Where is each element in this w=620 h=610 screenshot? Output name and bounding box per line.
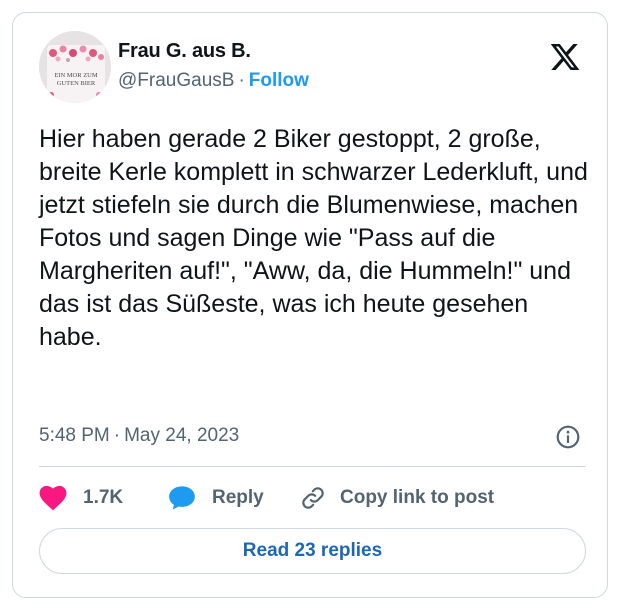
info-icon[interactable] [555,424,581,450]
meta-separator: · [238,70,245,91]
copy-link-button[interactable]: Copy link to post [300,483,494,513]
like-button[interactable]: 1.7K [39,483,123,513]
timestamp-separator: · [113,425,121,446]
author-meta: @FrauGausB · Follow [118,70,309,92]
x-logo-icon[interactable] [548,41,582,73]
author-handle[interactable]: @FrauGausB [118,70,234,91]
follow-button[interactable]: Follow [249,70,309,91]
speech-bubble-icon [168,485,196,511]
tweet-card: EIN MOR ZUM GUTEN BIER Frau G. aus B. @F… [12,12,608,598]
reply-button[interactable]: Reply [168,483,264,513]
read-replies-button[interactable]: Read 23 replies [39,528,586,574]
tweet-timestamp[interactable]: 5:48 PM · May 24, 2023 [39,425,239,447]
avatar[interactable]: EIN MOR ZUM GUTEN BIER [39,31,111,103]
tweet-time[interactable]: 5:48 PM [39,425,110,446]
divider [39,466,586,467]
svg-text:EIN MOR ZUM: EIN MOR ZUM [54,72,98,79]
read-replies-label: Read 23 replies [242,540,383,561]
like-count: 1.7K [83,487,124,508]
heart-icon [39,485,67,511]
tweet-date[interactable]: May 24, 2023 [124,425,239,446]
reply-label: Reply [212,487,264,508]
copy-link-label: Copy link to post [340,487,495,508]
author-name[interactable]: Frau G. aus B. [118,40,251,63]
avatar-image: EIN MOR ZUM GUTEN BIER [39,31,111,103]
svg-text:GUTEN BIER: GUTEN BIER [57,80,96,87]
link-icon [300,485,326,511]
tweet-text: Hier haben gerade 2 Biker gestoppt, 2 gr… [39,125,588,351]
